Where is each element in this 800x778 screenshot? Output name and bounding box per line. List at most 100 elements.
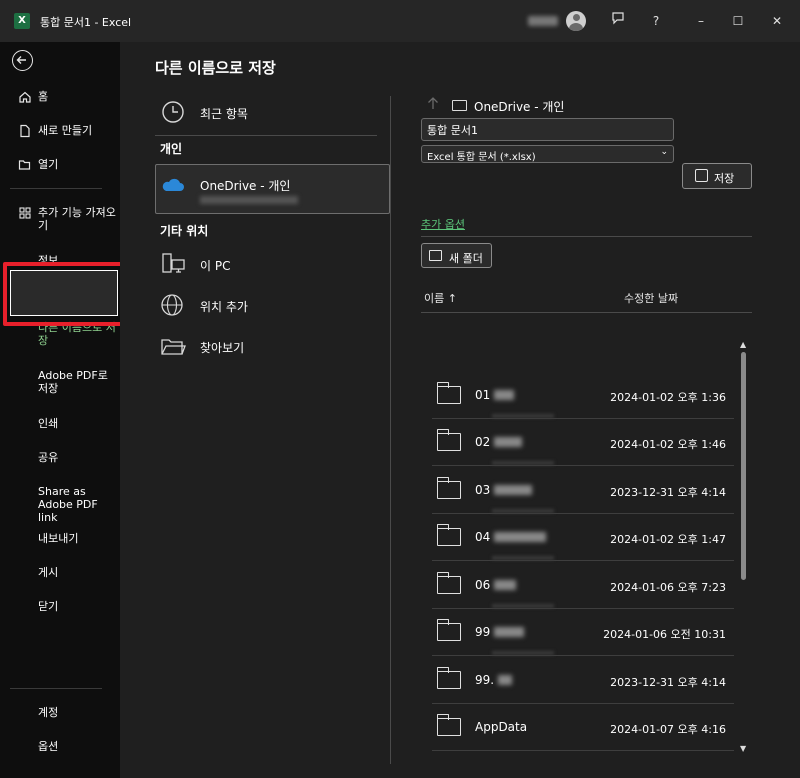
open-folder-icon <box>18 158 32 172</box>
location-add-place-label: 위치 추가 <box>200 300 248 314</box>
location-this-pc[interactable]: 이 PC <box>155 245 390 285</box>
file-name: 03 <box>475 483 491 497</box>
filetype-select[interactable]: Excel 통합 문서 (*.xlsx) ⌄ <box>421 145 674 163</box>
nav-close[interactable]: 닫기 <box>0 600 120 614</box>
page-title: 다른 이름으로 저장 <box>155 59 276 77</box>
folder-icon <box>436 667 461 689</box>
title-bar: X 통합 문서1 - Excel ? – ☐ ✕ <box>0 0 800 42</box>
file-name: 06 <box>475 578 491 592</box>
file-row[interactable]: 06 2024-01-06 오후 7:23 <box>432 562 734 609</box>
file-row[interactable]: AppData 2024-01-07 오후 4:16 <box>432 704 734 751</box>
location-add-place[interactable]: 위치 추가 <box>155 286 390 326</box>
file-meta-blurred <box>492 461 554 465</box>
nav-publish-label: 게시 <box>38 566 59 579</box>
file-date: 2024-01-07 오후 4:16 <box>610 723 726 736</box>
header-divider <box>421 312 752 313</box>
nav-close-label: 닫기 <box>38 600 59 613</box>
nav-account-label: 계정 <box>38 706 59 719</box>
new-folder-button[interactable]: 새 폴더 <box>421 243 492 268</box>
file-date: 2024-01-06 오전 10:31 <box>603 628 726 641</box>
file-name: 02 <box>475 435 491 449</box>
personal-header: 개인 <box>160 142 183 156</box>
column-header-date[interactable]: 수정한 날짜 <box>624 290 678 306</box>
file-meta-blurred <box>492 414 554 418</box>
more-options-link[interactable]: 추가 옵션 <box>421 216 465 232</box>
save-button[interactable]: 저장 <box>682 163 752 189</box>
file-row[interactable]: 99. 2023-12-31 오후 4:14 <box>432 657 734 704</box>
file-meta-blurred <box>492 556 554 560</box>
file-name-blurred <box>494 580 516 590</box>
file-row[interactable]: 01 2024-01-02 오후 1:36 <box>432 372 734 419</box>
nav-share[interactable]: 공유 <box>0 451 120 465</box>
file-meta-blurred <box>492 604 554 608</box>
nav-home-label: 홈 <box>38 90 49 103</box>
nav-home[interactable]: 홈 <box>0 90 120 106</box>
file-meta-blurred <box>492 509 554 513</box>
scroll-up-arrow-icon[interactable]: ▲ <box>740 340 746 349</box>
nav-divider <box>10 188 102 189</box>
folder-icon <box>436 524 461 546</box>
nav-publish[interactable]: 게시 <box>0 566 120 580</box>
location-recent[interactable]: 최근 항목 <box>155 93 390 133</box>
current-path[interactable]: OneDrive - 개인 <box>474 98 564 115</box>
computer-icon <box>160 251 186 277</box>
window-title: 통합 문서1 - Excel <box>40 16 132 29</box>
maximize-button[interactable]: ☐ <box>727 11 749 31</box>
backstage-nav <box>0 42 120 778</box>
help-button[interactable]: ? <box>645 11 667 31</box>
file-date: 2023-12-31 오후 4:14 <box>610 486 726 499</box>
file-row[interactable]: 99 2024-01-06 오전 10:31 <box>432 609 734 656</box>
scroll-thumb[interactable] <box>741 352 746 580</box>
file-name-blurred <box>494 532 546 542</box>
close-button[interactable]: ✕ <box>766 11 788 31</box>
nav-new[interactable]: 새로 만들기 <box>0 124 120 140</box>
nav-export[interactable]: 내보내기 <box>0 532 120 546</box>
file-row[interactable]: 03 2023-12-31 오후 4:14 <box>432 467 734 514</box>
nav-addins[interactable]: 추가 기능 가져오기 <box>0 206 120 234</box>
folder-icon <box>436 572 461 594</box>
account-name-blurred <box>528 16 558 26</box>
up-arrow-icon[interactable] <box>427 96 439 114</box>
nav-share-adobe-label: Share as Adobe PDF link <box>38 485 98 524</box>
locations-divider <box>155 135 377 136</box>
file-row[interactable]: 02 2024-01-02 오후 1:46 <box>432 419 734 466</box>
folder-icon <box>436 619 461 641</box>
folder-icon <box>436 714 461 736</box>
save-disk-icon <box>695 169 708 182</box>
nav-options-label: 옵션 <box>38 740 59 753</box>
file-date: 2024-01-02 오후 1:47 <box>610 533 726 546</box>
minimize-button[interactable]: – <box>690 11 712 31</box>
file-row[interactable]: 04 2024-01-02 오후 1:47 <box>432 514 734 561</box>
avatar[interactable] <box>566 11 586 31</box>
location-this-pc-label: 이 PC <box>200 259 231 273</box>
nav-open-label: 열기 <box>38 158 59 171</box>
file-name: 04 <box>475 530 491 544</box>
nav-adobe-pdf[interactable]: Adobe PDF로 저장 <box>0 369 120 397</box>
onedrive-cloud-icon <box>160 172 186 198</box>
chevron-down-icon: ⌄ <box>660 147 668 157</box>
back-arrow-icon[interactable] <box>12 50 33 71</box>
onedrive-account-blurred <box>200 196 298 204</box>
nav-print[interactable]: 인쇄 <box>0 417 120 431</box>
folder-icon <box>452 100 467 111</box>
file-name-blurred <box>494 390 514 400</box>
nav-options[interactable]: 옵션 <box>0 740 120 754</box>
nav-account[interactable]: 계정 <box>0 706 120 720</box>
column-header-name[interactable]: 이름 ↑ <box>424 290 457 306</box>
folder-icon <box>436 477 461 499</box>
folder-icon <box>436 429 461 451</box>
file-name-blurred <box>494 627 524 637</box>
file-list-scrollbar[interactable]: ▲ ▼ <box>739 340 749 756</box>
globe-plus-icon <box>160 292 186 318</box>
nav-new-label: 새로 만들기 <box>38 124 93 137</box>
file-date: 2024-01-06 오후 7:23 <box>610 581 726 594</box>
nav-adobe-pdf-label: Adobe PDF로 저장 <box>38 369 108 395</box>
filename-input[interactable] <box>421 118 674 141</box>
nav-open[interactable]: 열기 <box>0 158 120 174</box>
scroll-down-arrow-icon[interactable]: ▼ <box>740 744 746 753</box>
file-name: 99 <box>475 625 491 639</box>
nav-share-adobe[interactable]: Share as Adobe PDF link <box>0 485 120 524</box>
location-browse[interactable]: 찾아보기 <box>155 327 390 367</box>
new-folder-icon <box>429 250 442 261</box>
feedback-icon[interactable] <box>607 11 629 31</box>
